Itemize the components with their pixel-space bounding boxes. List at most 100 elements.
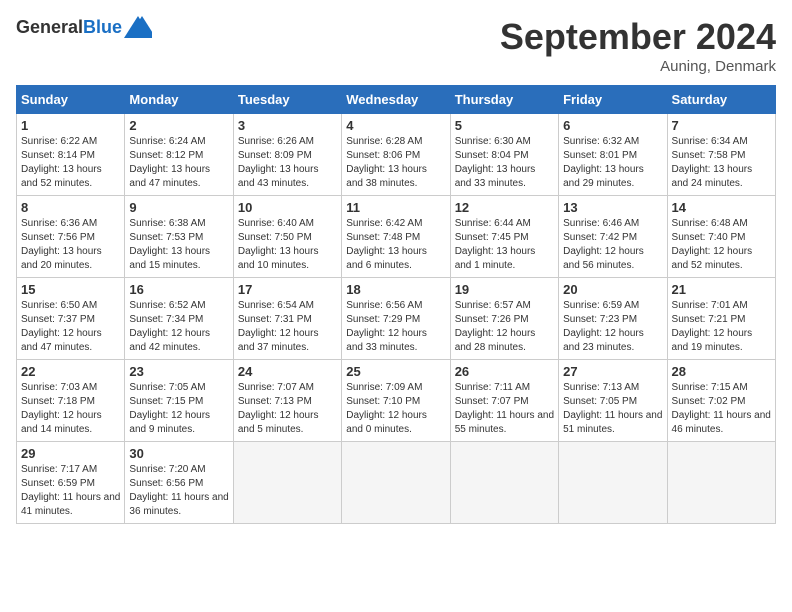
calendar-cell: 13Sunrise: 6:46 AMSunset: 7:42 PMDayligh… — [559, 196, 667, 278]
logo: GeneralBlue — [16, 16, 152, 38]
calendar-week-2: 8 Sunrise: 6:36 AMSunset: 7:56 PMDaylight… — [17, 196, 776, 278]
logo-blue: Blue — [83, 17, 122, 37]
day-info: Sunrise: 6:34 AMSunset: 7:58 PMDaylight:… — [672, 135, 771, 191]
column-header-thursday: Thursday — [450, 86, 558, 114]
column-header-friday: Friday — [559, 86, 667, 114]
calendar-cell: 7 Sunrise: 6:34 AMSunset: 7:58 PMDaylight… — [667, 114, 775, 196]
column-header-sunday: Sunday — [17, 86, 125, 114]
day-info: Sunrise: 7:11 AMSunset: 7:07 PMDaylight:… — [455, 381, 554, 437]
day-number: 8 — [21, 200, 120, 215]
calendar-cell: 12 Sunrise: 6:44 AMSunset: 7:45 PMDayligh… — [450, 196, 558, 278]
day-info: Sunrise: 6:28 AMSunset: 8:06 PMDaylight:… — [346, 135, 445, 191]
calendar-cell: 18 Sunrise: 6:56 AMSunset: 7:29 PMDayligh… — [342, 278, 450, 360]
day-number: 19 — [455, 282, 554, 297]
calendar-cell: 9 Sunrise: 6:38 AMSunset: 7:53 PMDaylight… — [125, 196, 233, 278]
day-number: 13 — [563, 200, 662, 215]
day-number: 28 — [672, 364, 771, 379]
calendar-cell: 24 Sunrise: 7:07 AMSunset: 7:13 PMDayligh… — [233, 360, 341, 442]
day-info: Sunrise: 7:20 AMSunset: 6:56 PMDaylight:… — [129, 463, 228, 519]
day-number: 2 — [129, 118, 228, 133]
logo-general: General — [16, 17, 83, 37]
day-info: Sunrise: 7:01 AMSunset: 7:21 PMDaylight:… — [672, 299, 771, 355]
day-number: 18 — [346, 282, 445, 297]
day-number: 10 — [238, 200, 337, 215]
calendar-cell: 2Sunrise: 6:24 AMSunset: 8:12 PMDaylight… — [125, 114, 233, 196]
day-number: 22 — [21, 364, 120, 379]
title-block: September 2024 Auning, Denmark — [500, 16, 776, 75]
day-number: 15 — [21, 282, 120, 297]
day-number: 20 — [563, 282, 662, 297]
calendar-cell: 26 Sunrise: 7:11 AMSunset: 7:07 PMDayligh… — [450, 360, 558, 442]
calendar-cell: 22 Sunrise: 7:03 AMSunset: 7:18 PMDayligh… — [17, 360, 125, 442]
calendar-cell: 11 Sunrise: 6:42 AMSunset: 7:48 PMDayligh… — [342, 196, 450, 278]
calendar-cell: 25 Sunrise: 7:09 AMSunset: 7:10 PMDayligh… — [342, 360, 450, 442]
calendar-cell — [233, 442, 341, 524]
day-info: Sunrise: 6:52 AMSunset: 7:34 PMDaylight:… — [129, 299, 228, 355]
day-info: Sunrise: 6:44 AMSunset: 7:45 PMDaylight:… — [455, 217, 554, 273]
calendar-cell: 28 Sunrise: 7:15 AMSunset: 7:02 PMDayligh… — [667, 360, 775, 442]
day-info: Sunrise: 7:09 AMSunset: 7:10 PMDaylight:… — [346, 381, 445, 437]
calendar-cell: 20 Sunrise: 6:59 AMSunset: 7:23 PMDayligh… — [559, 278, 667, 360]
day-info: Sunrise: 7:03 AMSunset: 7:18 PMDaylight:… — [21, 381, 120, 437]
calendar-cell: 15 Sunrise: 6:50 AMSunset: 7:37 PMDayligh… — [17, 278, 125, 360]
calendar-cell: 19 Sunrise: 6:57 AMSunset: 7:26 PMDayligh… — [450, 278, 558, 360]
calendar-cell: 5 Sunrise: 6:30 AMSunset: 8:04 PMDaylight… — [450, 114, 558, 196]
day-number: 23 — [129, 364, 228, 379]
calendar-cell: 6Sunrise: 6:32 AMSunset: 8:01 PMDaylight… — [559, 114, 667, 196]
day-number: 17 — [238, 282, 337, 297]
day-info: Sunrise: 7:05 AMSunset: 7:15 PMDaylight:… — [129, 381, 228, 437]
calendar-cell — [342, 442, 450, 524]
calendar-cell — [450, 442, 558, 524]
calendar-cell: 3 Sunrise: 6:26 AMSunset: 8:09 PMDaylight… — [233, 114, 341, 196]
day-info: Sunrise: 6:36 AMSunset: 7:56 PMDaylight:… — [21, 217, 120, 273]
day-number: 26 — [455, 364, 554, 379]
calendar-cell: 14Sunrise: 6:48 AMSunset: 7:40 PMDayligh… — [667, 196, 775, 278]
calendar-cell: 17 Sunrise: 6:54 AMSunset: 7:31 PMDayligh… — [233, 278, 341, 360]
day-number: 7 — [672, 118, 771, 133]
calendar-week-4: 22 Sunrise: 7:03 AMSunset: 7:18 PMDayligh… — [17, 360, 776, 442]
column-header-saturday: Saturday — [667, 86, 775, 114]
location: Auning, Denmark — [500, 58, 776, 75]
day-number: 12 — [455, 200, 554, 215]
day-info: Sunrise: 6:50 AMSunset: 7:37 PMDaylight:… — [21, 299, 120, 355]
day-info: Sunrise: 7:15 AMSunset: 7:02 PMDaylight:… — [672, 381, 771, 437]
day-info: Sunrise: 7:13 AMSunset: 7:05 PMDaylight:… — [563, 381, 662, 437]
day-info: Sunrise: 6:26 AMSunset: 8:09 PMDaylight:… — [238, 135, 337, 191]
column-header-tuesday: Tuesday — [233, 86, 341, 114]
calendar-table: SundayMondayTuesdayWednesdayThursdayFrid… — [16, 85, 776, 524]
day-info: Sunrise: 6:54 AMSunset: 7:31 PMDaylight:… — [238, 299, 337, 355]
day-info: Sunrise: 6:40 AMSunset: 7:50 PMDaylight:… — [238, 217, 337, 273]
day-info: Sunrise: 6:32 AMSunset: 8:01 PMDaylight:… — [563, 135, 662, 191]
calendar-cell: 16Sunrise: 6:52 AMSunset: 7:34 PMDayligh… — [125, 278, 233, 360]
day-number: 4 — [346, 118, 445, 133]
calendar-cell: 23 Sunrise: 7:05 AMSunset: 7:15 PMDayligh… — [125, 360, 233, 442]
day-number: 5 — [455, 118, 554, 133]
calendar-cell: 1 Sunrise: 6:22 AMSunset: 8:14 PMDaylight… — [17, 114, 125, 196]
calendar-cell: 29 Sunrise: 7:17 AMSunset: 6:59 PMDayligh… — [17, 442, 125, 524]
day-info: Sunrise: 6:30 AMSunset: 8:04 PMDaylight:… — [455, 135, 554, 191]
calendar-week-5: 29 Sunrise: 7:17 AMSunset: 6:59 PMDayligh… — [17, 442, 776, 524]
logo-icon — [124, 16, 152, 38]
day-number: 30 — [129, 446, 228, 461]
day-number: 25 — [346, 364, 445, 379]
day-info: Sunrise: 7:07 AMSunset: 7:13 PMDaylight:… — [238, 381, 337, 437]
calendar-cell: 30 Sunrise: 7:20 AMSunset: 6:56 PMDayligh… — [125, 442, 233, 524]
day-number: 21 — [672, 282, 771, 297]
day-info: Sunrise: 6:56 AMSunset: 7:29 PMDaylight:… — [346, 299, 445, 355]
day-number: 24 — [238, 364, 337, 379]
day-number: 9 — [129, 200, 228, 215]
day-info: Sunrise: 6:22 AMSunset: 8:14 PMDaylight:… — [21, 135, 120, 191]
day-number: 11 — [346, 200, 445, 215]
day-info: Sunrise: 7:17 AMSunset: 6:59 PMDaylight:… — [21, 463, 120, 519]
day-info: Sunrise: 6:38 AMSunset: 7:53 PMDaylight:… — [129, 217, 228, 273]
calendar-week-1: 1 Sunrise: 6:22 AMSunset: 8:14 PMDaylight… — [17, 114, 776, 196]
day-number: 1 — [21, 118, 120, 133]
calendar-cell: 8 Sunrise: 6:36 AMSunset: 7:56 PMDaylight… — [17, 196, 125, 278]
day-info: Sunrise: 6:42 AMSunset: 7:48 PMDaylight:… — [346, 217, 445, 273]
day-info: Sunrise: 6:57 AMSunset: 7:26 PMDaylight:… — [455, 299, 554, 355]
calendar-cell: 21 Sunrise: 7:01 AMSunset: 7:21 PMDayligh… — [667, 278, 775, 360]
day-number: 29 — [21, 446, 120, 461]
day-info: Sunrise: 6:59 AMSunset: 7:23 PMDaylight:… — [563, 299, 662, 355]
calendar-cell: 27Sunrise: 7:13 AMSunset: 7:05 PMDayligh… — [559, 360, 667, 442]
day-number: 3 — [238, 118, 337, 133]
